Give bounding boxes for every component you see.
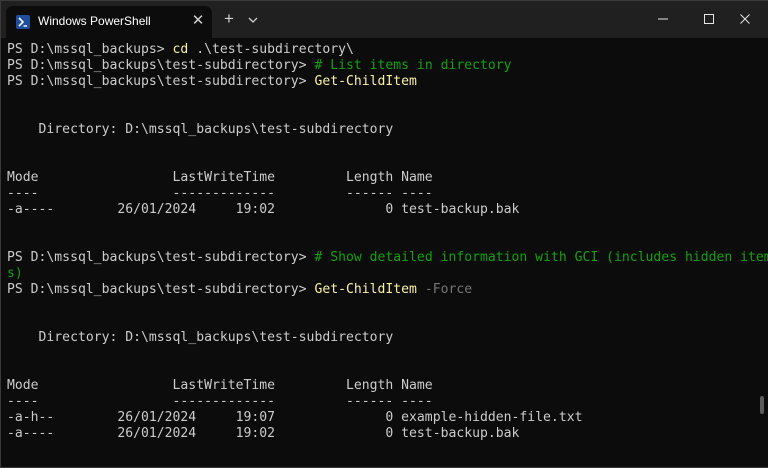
terminal-line: PS D:\mssql_backups> cd .\test-subdirect…	[7, 42, 354, 58]
command-text: Get-ChildItem	[314, 282, 417, 297]
terminal-line: ---- ------------- ------ ----	[7, 394, 433, 410]
new-tab-button[interactable]: +	[220, 10, 238, 28]
close-button[interactable]	[722, 0, 768, 38]
command-text: Get-ChildItem	[314, 74, 417, 89]
output-text: Mode LastWriteTime Length Name	[7, 378, 433, 393]
parameter-text: -Force	[416, 282, 473, 297]
comment-text: # List items in directory	[314, 58, 512, 73]
close-icon	[740, 14, 750, 24]
output-text: ---- ------------- ------ ----	[7, 186, 433, 201]
output-text: ---- ------------- ------ ----	[7, 394, 433, 409]
terminal-line: ---- ------------- ------ ----	[7, 186, 433, 202]
tab-title: Windows PowerShell	[38, 14, 151, 28]
output-text: -a-h-- 26/01/2024 19:07 0 example-hidden…	[7, 410, 583, 425]
output-text: -a---- 26/01/2024 19:02 0 test-backup.ba…	[7, 426, 520, 441]
terminal-line: PS D:\mssql_backups\test-subdirectory> G…	[7, 282, 472, 298]
terminal-line: PS D:\mssql_backups\test-subdirectory> #…	[7, 250, 768, 266]
terminal-output[interactable]: PS D:\mssql_backups> cd .\test-subdirect…	[0, 38, 768, 467]
terminal-line: Directory: D:\mssql_backups\test-subdire…	[7, 122, 394, 138]
terminal-line: Directory: D:\mssql_backups\test-subdire…	[7, 330, 394, 346]
chevron-down-icon[interactable]	[246, 12, 260, 26]
output-text: PS D:\mssql_backups\test-subdirectory>	[7, 58, 315, 73]
output-text: PS D:\mssql_backups\test-subdirectory>	[7, 282, 315, 297]
terminal-line: -a-h-- 26/01/2024 19:07 0 example-hidden…	[7, 410, 582, 426]
output-text: -a---- 26/01/2024 19:02 0 test-backup.ba…	[7, 202, 520, 217]
terminal-line: PS D:\mssql_backups\test-subdirectory> #…	[7, 58, 512, 74]
output-text: PS D:\mssql_backups>	[7, 42, 173, 57]
tab-windows-powershell[interactable]: Windows PowerShell ✕	[6, 6, 212, 38]
minimize-button[interactable]	[640, 0, 686, 38]
comment-text: s)	[7, 266, 23, 281]
terminal-line: -a---- 26/01/2024 19:02 0 test-backup.ba…	[7, 202, 519, 218]
output-text: PS D:\mssql_backups\test-subdirectory>	[7, 250, 315, 265]
title-bar[interactable]: Windows PowerShell ✕ +	[0, 0, 768, 38]
output-text: Directory: D:\mssql_backups\test-subdire…	[7, 330, 394, 345]
terminal-line: -a---- 26/01/2024 19:02 0 test-backup.ba…	[7, 426, 519, 442]
powershell-icon	[16, 15, 30, 29]
terminal-line: PS D:\mssql_backups\test-subdirectory> G…	[7, 74, 417, 90]
command-text: cd	[172, 42, 189, 57]
scrollbar-thumb[interactable]	[760, 396, 764, 414]
comment-text: # Show detailed information with GCI (in…	[314, 250, 768, 265]
terminal-line: Mode LastWriteTime Length Name	[7, 170, 433, 186]
minimize-icon	[658, 18, 668, 20]
output-text: .\test-subdirectory\	[188, 42, 354, 57]
output-text: PS D:\mssql_backups\test-subdirectory>	[7, 74, 315, 89]
powershell-window: Windows PowerShell ✕ + PS D:\mssql_backu…	[0, 0, 768, 468]
terminal-line: s)	[7, 266, 23, 282]
maximize-icon	[704, 14, 714, 24]
tab-close-button[interactable]: ✕	[190, 12, 206, 30]
output-text: Mode LastWriteTime Length Name	[7, 170, 433, 185]
terminal-line: Mode LastWriteTime Length Name	[7, 378, 433, 394]
output-text: Directory: D:\mssql_backups\test-subdire…	[7, 122, 394, 137]
